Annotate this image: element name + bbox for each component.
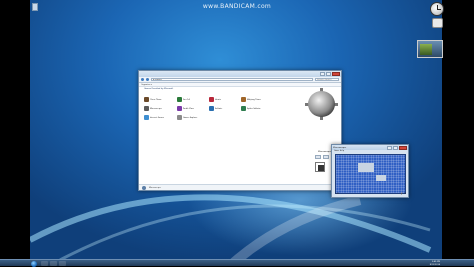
game-icon — [241, 106, 246, 111]
minesweeper-icon — [142, 185, 146, 190]
recycle-bin-icon[interactable] — [32, 3, 38, 11]
list-item[interactable]: Games Explorer — [177, 115, 197, 120]
minimize-button[interactable] — [320, 72, 325, 76]
game-label: Chess Titans — [150, 98, 162, 101]
list-item[interactable]: Minesweeper — [144, 106, 162, 111]
game-icon — [177, 97, 182, 102]
game-icon — [177, 115, 182, 120]
list-item[interactable]: Spider Solitaire — [241, 106, 261, 111]
close-button[interactable] — [399, 145, 407, 150]
game-icon — [209, 97, 214, 102]
game-label: Games Explorer — [183, 116, 198, 119]
recording-watermark: www.BANDICAM.com — [202, 3, 272, 10]
game-icon — [241, 97, 246, 102]
game-label: Purble Place — [183, 107, 195, 110]
timer-readout: ⏱ 21 — [335, 193, 340, 195]
taskbar: 3:45 PM 8/12/2014 — [0, 259, 474, 267]
minesweeper-menu[interactable]: Game Help — [332, 150, 408, 154]
game-label: Internet Games — [150, 116, 164, 119]
letterbox-left — [0, 0, 30, 266]
game-label: Hearts — [215, 98, 221, 101]
game-label: Solitaire — [215, 107, 223, 110]
minesweeper-controls — [387, 145, 407, 150]
list-item[interactable]: Purble Place — [177, 106, 194, 111]
options-button[interactable] — [323, 155, 329, 159]
maximize-button[interactable] — [326, 72, 331, 76]
system-tray-clock[interactable]: 3:45 PM 8/12/2014 — [430, 261, 440, 266]
minesweeper-title: Minesweeper — [333, 146, 347, 149]
revealed-area — [358, 163, 374, 172]
back-icon[interactable] — [141, 78, 144, 81]
mines-remaining-readout: 💣 76 — [400, 193, 406, 195]
address-bar[interactable]: ▸ Games — [151, 77, 313, 82]
rating-card — [315, 162, 325, 172]
list-item[interactable]: Solitaire — [209, 106, 222, 111]
rating-icon — [318, 165, 324, 171]
list-item[interactable]: Internet Games — [144, 115, 164, 120]
taskbar-explorer-icon[interactable] — [50, 261, 57, 266]
game-icon — [144, 106, 149, 111]
revealed-area — [376, 175, 386, 181]
list-item[interactable]: Mahjong Titans — [241, 97, 261, 102]
game-label: Minesweeper — [150, 107, 162, 110]
slideshow-image — [420, 44, 432, 55]
minesweeper-footer: ⏱ 21 💣 76 — [335, 193, 406, 196]
minefield[interactable] — [335, 154, 406, 194]
close-button[interactable] — [332, 72, 340, 76]
minimize-button[interactable] — [387, 145, 392, 150]
list-item[interactable]: Chess Titans — [144, 97, 161, 102]
clock-minute-hand — [437, 9, 441, 10]
section-header: Games Provided by Microsoft — [144, 88, 174, 90]
game-icon — [144, 97, 149, 102]
details-pane: Minesweeper — [139, 184, 341, 190]
preview-title: Minesweeper — [318, 151, 332, 153]
game-label: Spider Solitaire — [247, 107, 261, 110]
games-list: Games Provided by Microsoft Chess Titans… — [139, 87, 341, 179]
details-title: Minesweeper — [149, 186, 161, 189]
minesweeper-window[interactable]: Minesweeper Game Help ⏱ 21 💣 76 — [331, 144, 409, 198]
search-input[interactable]: Search Games — [315, 77, 339, 82]
mine-preview-icon — [308, 91, 335, 117]
taskbar-media-icon[interactable] — [59, 261, 66, 266]
game-label: Mahjong Titans — [247, 98, 261, 101]
list-item[interactable]: FreeCell — [177, 97, 190, 102]
list-item[interactable]: Hearts — [209, 97, 221, 102]
slideshow-gadget[interactable] — [417, 40, 443, 58]
game-icon — [177, 106, 182, 111]
game-icon — [144, 115, 149, 120]
calendar-gadget[interactable] — [432, 18, 443, 28]
game-icon — [209, 106, 214, 111]
taskbar-ie-icon[interactable] — [41, 261, 48, 266]
game-label: FreeCell — [183, 98, 191, 101]
clock-gadget[interactable] — [430, 2, 444, 16]
maximize-button[interactable] — [393, 145, 398, 150]
games-explorer-window[interactable]: ▸ Games Search Games Organize ▾ Games Pr… — [138, 70, 342, 191]
forward-icon[interactable] — [146, 78, 149, 81]
letterbox-right — [442, 0, 474, 266]
play-button[interactable] — [315, 155, 321, 159]
